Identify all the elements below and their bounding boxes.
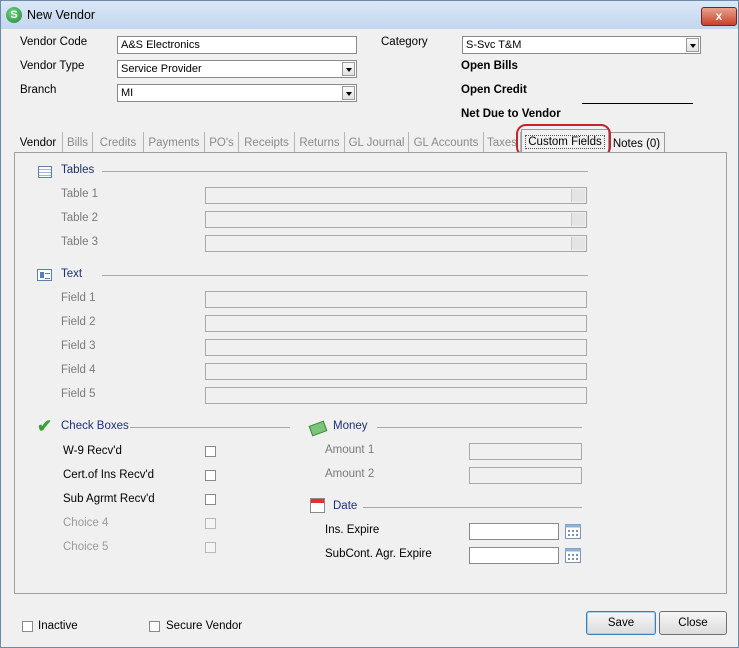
field-3-input[interactable] <box>205 339 587 356</box>
tab-receipts[interactable]: Receipts <box>239 132 295 152</box>
ins-expire-input[interactable] <box>469 523 559 540</box>
inactive-checkbox[interactable] <box>22 621 33 632</box>
checkmark-icon: ✔ <box>37 416 53 436</box>
table-1-label: Table 1 <box>61 188 99 200</box>
open-credit-label: Open Credit <box>461 84 527 96</box>
tab-credits[interactable]: Credits <box>93 132 144 152</box>
amount-1-label: Amount 1 <box>325 444 375 456</box>
table-1-field[interactable] <box>205 187 587 204</box>
text-section-title: Text <box>61 268 83 280</box>
open-bills-label: Open Bills <box>461 60 518 72</box>
secure-vendor-checkbox[interactable] <box>149 621 160 632</box>
vendor-type-label: Vendor Type <box>20 60 85 72</box>
tab-notes[interactable]: Notes (0) <box>608 132 665 153</box>
window-close-button[interactable]: x <box>701 7 737 26</box>
amount-2-input[interactable] <box>469 467 582 484</box>
field-5-input[interactable] <box>205 387 587 404</box>
net-due-label: Net Due to Vendor <box>461 108 561 120</box>
vendor-type-select[interactable]: Service Provider <box>117 60 357 78</box>
ins-expire-label: Ins. Expire <box>325 524 380 536</box>
category-select[interactable]: S-Svc T&M <box>462 36 701 54</box>
chevron-down-icon[interactable] <box>686 38 699 52</box>
money-icon <box>308 420 328 437</box>
custom-fields-panel: Tables Table 1 Table 2 Table 3 Text Fiel… <box>14 152 727 594</box>
calendar-icon <box>310 498 325 513</box>
table-2-lookup-button[interactable] <box>571 213 585 226</box>
table-1-lookup-button[interactable] <box>571 189 585 202</box>
check-boxes-section-title: Check Boxes <box>61 420 129 432</box>
save-button[interactable]: Save <box>586 611 656 635</box>
vendor-code-label: Vendor Code <box>20 36 88 48</box>
w9-label: W-9 Recv'd <box>63 445 122 457</box>
chevron-down-icon[interactable] <box>342 86 355 100</box>
field-3-label: Field 3 <box>61 340 96 352</box>
money-section-title: Money <box>333 420 368 432</box>
title-bar: S New Vendor x <box>1 1 738 29</box>
table-3-lookup-button[interactable] <box>571 237 585 250</box>
table-3-field[interactable] <box>205 235 587 252</box>
cert-ins-label: Cert.of Ins Recv'd <box>63 469 155 481</box>
tab-payments[interactable]: Payments <box>144 132 205 152</box>
branch-value: MI <box>121 87 134 99</box>
tables-section-divider <box>102 171 588 172</box>
choice-4-label: Choice 4 <box>63 517 109 529</box>
secure-vendor-label: Secure Vendor <box>166 620 243 632</box>
choice-5-label: Choice 5 <box>63 541 109 553</box>
branch-select[interactable]: MI <box>117 84 357 102</box>
choice-4-checkbox[interactable] <box>205 518 216 529</box>
money-section-divider <box>377 427 582 428</box>
field-1-input[interactable] <box>205 291 587 308</box>
table-icon <box>38 166 52 178</box>
inactive-label: Inactive <box>38 620 78 632</box>
tables-section-title: Tables <box>61 164 95 176</box>
vendor-type-value: Service Provider <box>121 63 202 75</box>
window-title: New Vendor <box>27 8 96 22</box>
tab-vendor[interactable]: Vendor <box>14 132 63 152</box>
w9-checkbox[interactable] <box>205 446 216 457</box>
field-4-input[interactable] <box>205 363 587 380</box>
tab-bills[interactable]: Bills <box>63 132 93 152</box>
field-4-label: Field 4 <box>61 364 96 376</box>
new-vendor-window: S New Vendor x Vendor Code A&S Electroni… <box>0 0 739 648</box>
app-logo-icon: S <box>6 7 22 23</box>
field-5-label: Field 5 <box>61 388 96 400</box>
sub-agrmt-checkbox[interactable] <box>205 494 216 505</box>
category-value: S-Svc T&M <box>466 39 522 51</box>
amount-1-input[interactable] <box>469 443 582 460</box>
subcont-expire-input[interactable] <box>469 547 559 564</box>
date-section-title: Date <box>333 500 358 512</box>
text-icon <box>37 269 52 281</box>
text-section-divider <box>102 275 588 276</box>
field-2-label: Field 2 <box>61 316 96 328</box>
choice-5-checkbox[interactable] <box>205 542 216 553</box>
close-button[interactable]: Close <box>659 611 727 635</box>
calendar-picker-icon[interactable] <box>565 524 581 539</box>
table-2-label: Table 2 <box>61 212 99 224</box>
net-due-underline <box>582 103 693 104</box>
calendar-picker-icon[interactable] <box>565 548 581 563</box>
vendor-code-input[interactable]: A&S Electronics <box>117 36 357 54</box>
category-label: Category <box>381 36 428 48</box>
table-2-field[interactable] <box>205 211 587 228</box>
chevron-down-icon[interactable] <box>342 62 355 76</box>
amount-2-label: Amount 2 <box>325 468 375 480</box>
table-3-label: Table 3 <box>61 236 99 248</box>
tab-gl-journal[interactable]: GL Journal <box>345 132 409 152</box>
tab-gl-accounts[interactable]: GL Accounts <box>409 132 484 152</box>
sub-agrmt-label: Sub Agrmt Recv'd <box>63 493 155 505</box>
field-1-label: Field 1 <box>61 292 96 304</box>
subcont-expire-label: SubCont. Agr. Expire <box>325 548 432 560</box>
tab-returns[interactable]: Returns <box>295 132 345 152</box>
check-boxes-section-divider <box>130 427 290 428</box>
field-2-input[interactable] <box>205 315 587 332</box>
cert-ins-checkbox[interactable] <box>205 470 216 481</box>
branch-label: Branch <box>20 84 57 96</box>
date-section-divider <box>363 507 582 508</box>
tab-pos[interactable]: PO's <box>205 132 239 152</box>
